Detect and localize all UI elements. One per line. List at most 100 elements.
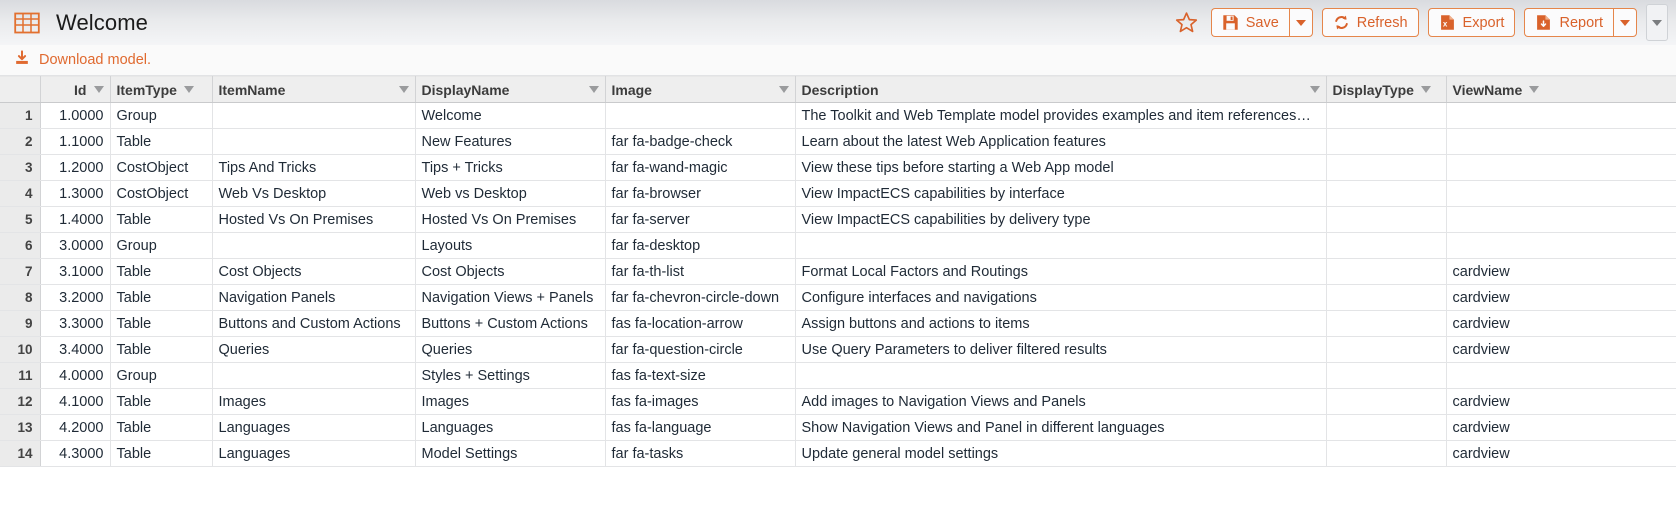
row-number-cell[interactable]: 6 [0,232,41,259]
cell-itemtype[interactable]: Table [110,414,213,441]
cell-displayname[interactable]: Styles + Settings [415,362,606,389]
favorite-star-icon[interactable] [1172,8,1202,38]
cell-displayname[interactable]: Hosted Vs On Premises [415,206,606,233]
toolbar-overflow-button[interactable] [1646,4,1668,41]
cell-displayname[interactable]: Languages [415,414,606,441]
row-number-cell[interactable]: 3 [0,154,41,181]
save-button[interactable]: Save [1210,8,1289,37]
column-filter-icon[interactable] [183,86,194,93]
cell-image[interactable]: fas fa-text-size [605,362,796,389]
table-row[interactable]: 8 3.2000 Table Navigation Panels Navigation … [0,284,1676,311]
cell-displaytype[interactable] [1326,362,1447,389]
column-header-viewname[interactable]: ViewName [1446,76,1676,103]
cell-itemtype[interactable]: Table [110,336,213,363]
cell-displayname[interactable]: Buttons + Custom Actions [415,310,606,337]
cell-viewname[interactable]: cardview [1446,414,1676,441]
cell-displaytype[interactable] [1326,310,1447,337]
cell-description[interactable]: Add images to Navigation Views and Panel… [795,388,1327,415]
column-filter-icon[interactable] [93,86,104,93]
cell-id[interactable]: 3.0000 [40,232,111,259]
cell-viewname[interactable]: cardview [1446,258,1676,285]
cell-displaytype[interactable] [1326,180,1447,207]
cell-itemname[interactable]: Web Vs Desktop [212,180,416,207]
cell-itemname[interactable]: Languages [212,440,416,467]
cell-description[interactable]: Use Query Parameters to deliver filtered… [795,336,1327,363]
cell-displaytype[interactable] [1326,102,1447,129]
cell-description[interactable]: The Toolkit and Web Template model provi… [795,102,1327,129]
cell-description[interactable]: Show Navigation Views and Panel in diffe… [795,414,1327,441]
cell-itemname[interactable]: Buttons and Custom Actions [212,310,416,337]
cell-viewname[interactable] [1446,362,1676,389]
cell-image[interactable]: far fa-tasks [605,440,796,467]
cell-viewname[interactable]: cardview [1446,284,1676,311]
table-row[interactable]: 14 4.3000 Table Languages Model Settings far … [0,440,1676,467]
cell-image[interactable]: far fa-th-list [605,258,796,285]
download-model-link[interactable]: Download model. [14,50,151,70]
cell-itemtype[interactable]: CostObject [110,154,213,181]
cell-description[interactable]: Format Local Factors and Routings [795,258,1327,285]
cell-description[interactable]: Learn about the latest Web Application f… [795,128,1327,155]
table-row[interactable]: 2 1.1000 Table New Features far fa-badge-che… [0,128,1676,155]
cell-viewname[interactable]: cardview [1446,440,1676,467]
table-row[interactable]: 4 1.3000 CostObject Web Vs Desktop Web vs De… [0,180,1676,207]
cell-viewname[interactable] [1446,206,1676,233]
row-number-cell[interactable]: 4 [0,180,41,207]
cell-itemname[interactable]: Queries [212,336,416,363]
cell-displayname[interactable]: Navigation Views + Panels [415,284,606,311]
cell-displaytype[interactable] [1326,154,1447,181]
cell-itemtype[interactable]: Table [110,206,213,233]
cell-id[interactable]: 4.3000 [40,440,111,467]
table-row[interactable]: 3 1.2000 CostObject Tips And Tricks Tips + T… [0,154,1676,181]
cell-itemname[interactable] [212,128,416,155]
cell-viewname[interactable] [1446,180,1676,207]
column-header-itemtype[interactable]: ItemType [110,76,213,103]
table-row[interactable]: 12 4.1000 Table Images Images fas fa-images Ad… [0,388,1676,415]
cell-id[interactable]: 3.3000 [40,310,111,337]
cell-id[interactable]: 1.1000 [40,128,111,155]
cell-displayname[interactable]: Web vs Desktop [415,180,606,207]
column-header-itemname[interactable]: ItemName [212,76,416,103]
column-filter-icon[interactable] [778,86,789,93]
row-number-cell[interactable]: 9 [0,310,41,337]
row-number-cell[interactable]: 7 [0,258,41,285]
report-dropdown-button[interactable] [1613,8,1637,37]
cell-image[interactable] [605,102,796,129]
cell-displaytype[interactable] [1326,206,1447,233]
table-row[interactable]: 10 3.4000 Table Queries Queries far fa-questi… [0,336,1676,363]
cell-displayname[interactable]: Cost Objects [415,258,606,285]
cell-image[interactable]: far fa-wand-magic [605,154,796,181]
table-row[interactable]: 9 3.3000 Table Buttons and Custom Actions Bu… [0,310,1676,337]
cell-image[interactable]: fas fa-location-arrow [605,310,796,337]
table-row[interactable]: 7 3.1000 Table Cost Objects Cost Objects far … [0,258,1676,285]
cell-image[interactable]: far fa-desktop [605,232,796,259]
table-row[interactable]: 1 1.0000 Group Welcome The Toolkit and Web T… [0,102,1676,129]
column-filter-icon[interactable] [1420,86,1431,93]
column-header-image[interactable]: Image [605,76,796,103]
row-number-cell[interactable]: 13 [0,414,41,441]
cell-id[interactable]: 4.1000 [40,388,111,415]
cell-id[interactable]: 1.4000 [40,206,111,233]
cell-id[interactable]: 4.0000 [40,362,111,389]
cell-id[interactable]: 1.2000 [40,154,111,181]
cell-id[interactable]: 3.4000 [40,336,111,363]
cell-viewname[interactable]: cardview [1446,388,1676,415]
cell-viewname[interactable]: cardview [1446,336,1676,363]
cell-itemtype[interactable]: Table [110,258,213,285]
cell-itemname[interactable] [212,232,416,259]
cell-displaytype[interactable] [1326,284,1447,311]
cell-id[interactable]: 1.0000 [40,102,111,129]
row-number-cell[interactable]: 1 [0,102,41,129]
cell-itemname[interactable]: Navigation Panels [212,284,416,311]
table-row[interactable]: 11 4.0000 Group Styles + Settings fas fa-tex… [0,362,1676,389]
cell-image[interactable]: far fa-server [605,206,796,233]
cell-displaytype[interactable] [1326,232,1447,259]
cell-description[interactable]: Assign buttons and actions to items [795,310,1327,337]
column-filter-icon[interactable] [1309,86,1320,93]
column-filter-icon[interactable] [588,86,599,93]
cell-itemtype[interactable]: Table [110,310,213,337]
cell-description[interactable]: Configure interfaces and navigations [795,284,1327,311]
cell-image[interactable]: far fa-chevron-circle-down [605,284,796,311]
column-header-id[interactable]: Id [40,76,111,103]
cell-displayname[interactable]: Queries [415,336,606,363]
cell-displayname[interactable]: New Features [415,128,606,155]
